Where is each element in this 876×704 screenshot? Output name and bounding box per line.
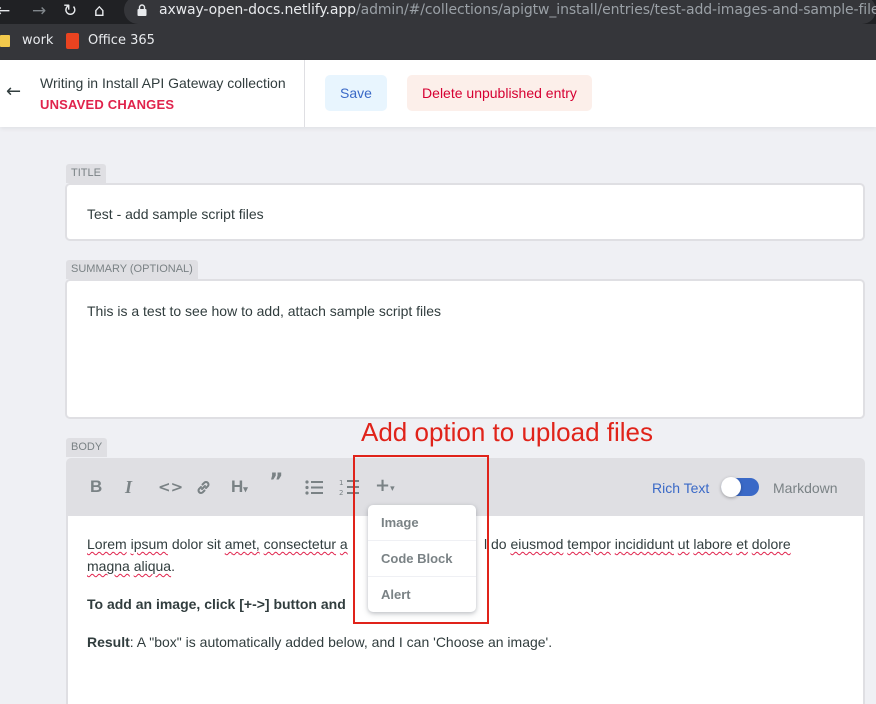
unsaved-status: UNSAVED CHANGES	[40, 97, 175, 112]
folder-icon	[0, 35, 10, 47]
bold-icon[interactable]: B	[90, 478, 102, 496]
body-label: BODY	[66, 438, 108, 457]
body-paragraph-1-line-1: Lorem ipsum dolor sit amet, consectetur …	[87, 536, 348, 552]
lock-icon	[137, 4, 147, 16]
url-domain: axway-open-docs.netlify.app	[159, 2, 356, 18]
delete-unpublished-button[interactable]: Delete unpublished entry	[407, 75, 592, 111]
annotation-highlight-box	[353, 455, 489, 624]
summary-input[interactable]: This is a test to see how to add, attach…	[65, 279, 865, 419]
forward-icon[interactable]: →	[32, 1, 46, 21]
link-icon[interactable]	[195, 479, 212, 496]
italic-icon[interactable]: I	[125, 478, 132, 496]
bookmark-work[interactable]: work	[22, 33, 53, 48]
quote-icon[interactable]: ”	[269, 472, 283, 494]
bookmarks-bar: work Office 365	[0, 24, 876, 60]
rich-text-label[interactable]: Rich Text	[652, 480, 709, 496]
title-label: TITLE	[66, 164, 106, 183]
code-icon[interactable]: <>	[158, 478, 183, 496]
back-icon[interactable]: ←	[0, 1, 10, 21]
browser-toolbar: ← → ↻ ⌂ axway-open-docs.netlify.app/admi…	[0, 0, 876, 24]
url-path: /admin/#/collections/apigtw_install/entr…	[355, 2, 876, 18]
heading-icon[interactable]: H▾	[231, 478, 248, 498]
annotation-text: Add option to upload files	[361, 417, 653, 447]
title-value: Test - add sample script files	[87, 206, 264, 222]
editor-mode-toggle[interactable]	[721, 477, 759, 497]
svg-text:2: 2	[339, 489, 343, 496]
reload-icon[interactable]: ↻	[63, 1, 77, 21]
editor-header: ← Writing in Install API Gateway collect…	[0, 60, 876, 127]
body-paragraph-3: Result: A "box" is automatically added b…	[87, 634, 553, 650]
body-paragraph-2: To add an image, click [+->] button and	[87, 596, 346, 612]
body-paragraph-1-line-2: magna aliqua.	[87, 558, 175, 574]
url-text[interactable]: axway-open-docs.netlify.app/admin/#/coll…	[159, 2, 876, 18]
svg-text:1: 1	[339, 479, 343, 487]
bookmark-office-365[interactable]: Office 365	[88, 33, 155, 48]
body-paragraph-1-line-1-end: l do eiusmod tempor incididunt ut labore…	[484, 536, 791, 552]
office-icon	[66, 33, 79, 49]
home-icon[interactable]: ⌂	[94, 1, 105, 21]
collection-title: Writing in Install API Gateway collectio…	[40, 75, 286, 91]
toggle-knob	[721, 477, 741, 497]
markdown-label[interactable]: Markdown	[773, 480, 838, 496]
header-divider	[304, 60, 305, 127]
title-input[interactable]: Test - add sample script files	[65, 183, 865, 241]
bulleted-list-icon[interactable]	[305, 480, 323, 495]
summary-value: This is a test to see how to add, attach…	[87, 303, 442, 319]
save-button[interactable]: Save	[325, 75, 387, 111]
back-arrow-icon[interactable]: ←	[6, 81, 21, 102]
summary-label: SUMMARY (OPTIONAL)	[66, 260, 198, 279]
